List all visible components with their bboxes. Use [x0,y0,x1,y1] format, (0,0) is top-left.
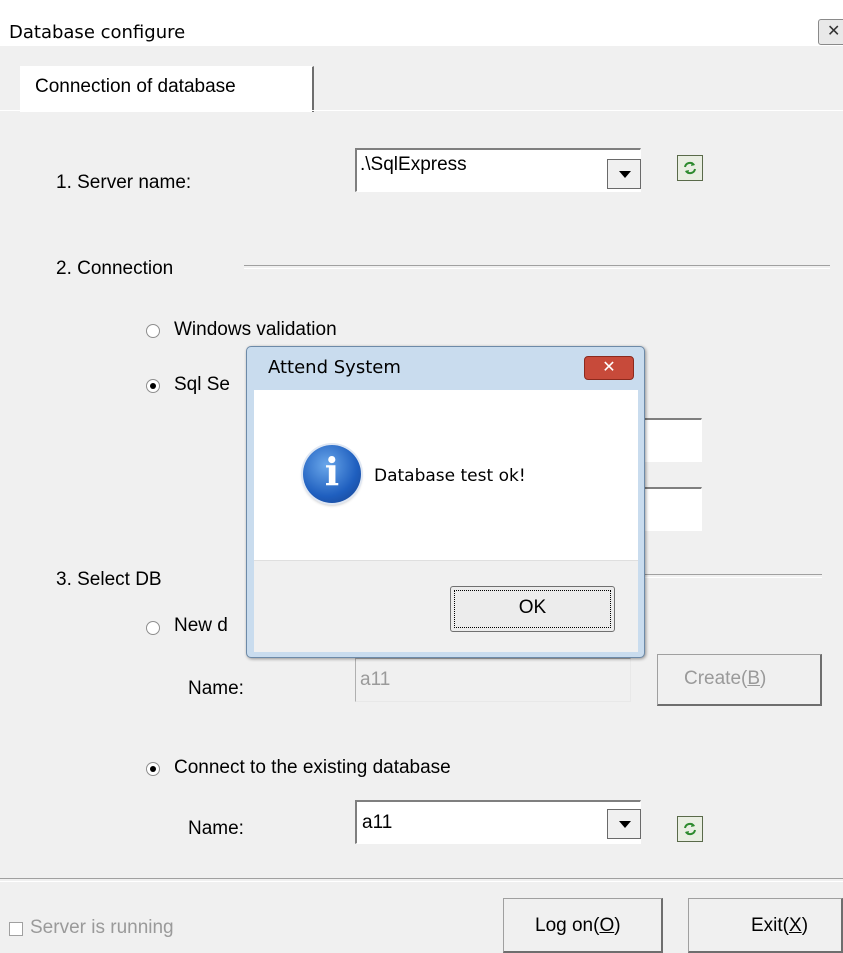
dialog-title: Attend System [268,357,401,378]
new-database-radio[interactable] [146,621,160,635]
log-on-label: Log on( [535,915,600,936]
dialog-close-button[interactable]: ✕ [584,356,634,380]
server-refresh-button[interactable] [677,155,703,181]
windows-validation-label: Windows validation [174,319,337,340]
create-label: Create( [684,668,748,689]
refresh-icon [684,161,696,175]
chevron-down-icon[interactable] [607,809,641,839]
information-icon: i [303,445,361,503]
tab-connection-of-database[interactable]: Connection of database [20,66,314,112]
log-on-accel: O [599,915,615,936]
exit-label: Exit( [751,915,789,936]
database-refresh-button[interactable] [677,816,703,842]
new-db-name-value: a11 [360,669,391,690]
window-title: Database configure [9,22,186,43]
dialog-message: Database test ok! [374,466,526,486]
server-running-label: Server is running [30,917,174,938]
new-db-name-label: Name: [188,678,244,699]
new-database-label: New d [174,615,228,636]
window-close-button[interactable]: ✕ [818,19,843,45]
sql-server-validation-radio[interactable] [146,379,160,393]
existing-db-name-value: a11 [362,812,393,833]
connection-group-label: 2. Connection [56,258,174,279]
ok-label: OK [518,597,547,618]
ok-button[interactable]: OK [450,586,615,632]
exit-accel: X [789,915,802,936]
log-on-button[interactable]: Log on(O) [503,898,663,953]
select-db-group-line [640,574,822,578]
new-db-name-input[interactable]: a11 [355,658,631,702]
windows-validation-radio[interactable] [146,324,160,338]
tab-label: Connection of database [35,76,236,97]
sql-server-validation-label: Sql Se [174,374,230,395]
exit-button[interactable]: Exit(X) [688,898,843,953]
select-db-group-label: 3. Select DB [56,569,162,590]
chevron-down-icon[interactable] [607,159,641,189]
server-running-checkbox[interactable] [9,922,23,936]
server-name-label: 1. Server name: [56,172,192,193]
create-button[interactable]: Create(B) [657,654,822,706]
server-name-combobox[interactable]: .\SqlExpress [355,148,641,192]
tab-panel-border [0,110,843,111]
footer-separator [0,878,843,882]
connection-group-line [244,265,830,269]
existing-db-name-combobox[interactable]: a11 [355,800,641,844]
server-name-value: .\SqlExpress [360,154,467,175]
create-accel: B [747,668,761,689]
existing-db-name-label: Name: [188,818,244,839]
existing-database-label: Connect to the existing database [174,757,451,778]
refresh-icon [684,822,696,836]
existing-database-radio[interactable] [146,762,160,776]
